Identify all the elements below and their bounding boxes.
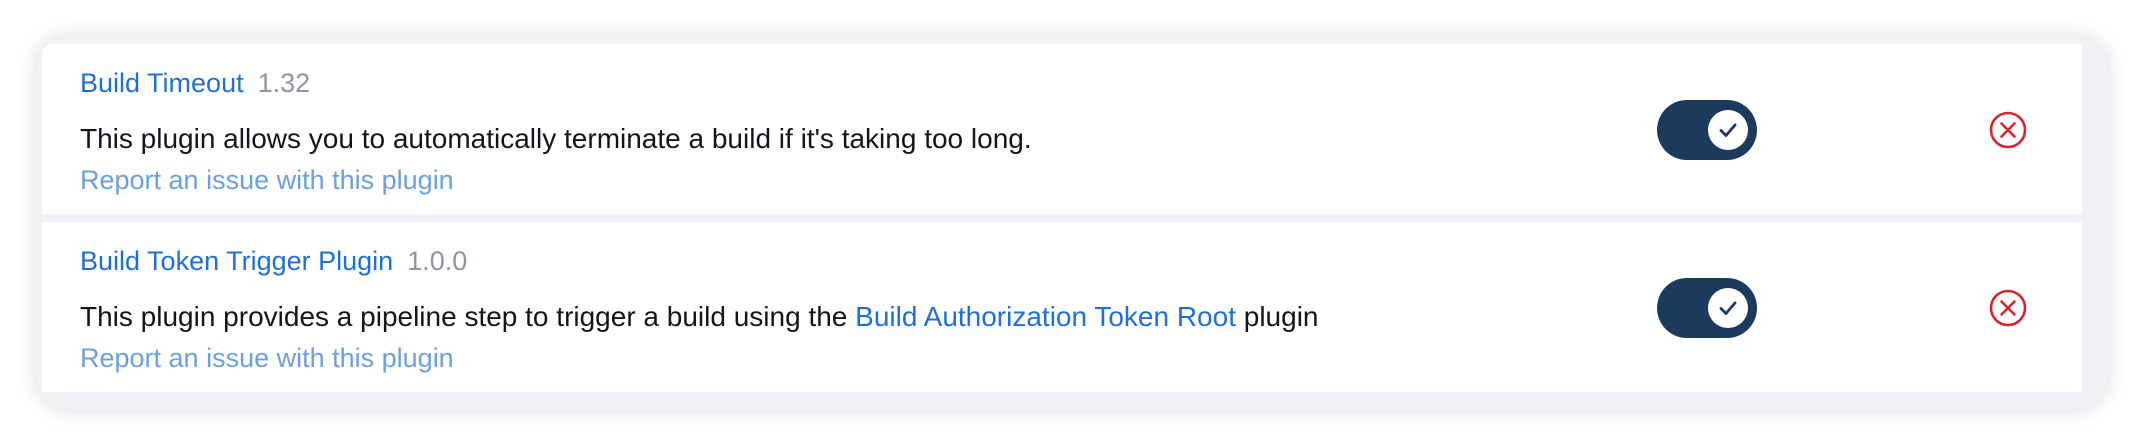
enable-toggle[interactable] xyxy=(1657,278,1757,338)
close-circle-icon xyxy=(1989,111,2027,149)
enable-toggle[interactable] xyxy=(1657,100,1757,160)
plugin-name-link[interactable]: Build Token Trigger Plugin xyxy=(80,246,393,276)
plugin-heading: Build Token Trigger Plugin 1.0.0 xyxy=(80,246,467,277)
report-issue-link[interactable]: Report an issue with this plugin xyxy=(80,165,454,196)
toggle-knob xyxy=(1708,288,1748,328)
plugin-description: This plugin allows you to automatically … xyxy=(80,123,1032,155)
plugin-description: This plugin provides a pipeline step to … xyxy=(80,301,1319,333)
description-text-after: plugin xyxy=(1235,301,1319,332)
check-icon xyxy=(1719,301,1737,315)
plugin-version: 1.32 xyxy=(257,68,311,98)
installed-plugins-panel: Build Timeout 1.32 This plugin allows you… xyxy=(36,36,2108,410)
toggle-knob xyxy=(1708,110,1748,150)
plugin-row: Build Token Trigger Plugin 1.0.0 This plu… xyxy=(42,222,2082,392)
check-icon xyxy=(1719,123,1737,137)
report-issue-link[interactable]: Report an issue with this plugin xyxy=(80,343,454,374)
close-circle-icon xyxy=(1989,289,2027,327)
description-text: This plugin allows you to automatically … xyxy=(80,123,1032,154)
plugin-heading: Build Timeout 1.32 xyxy=(80,68,310,99)
dependency-link[interactable]: Build Authorization Token Root xyxy=(855,301,1236,332)
plugin-version: 1.0.0 xyxy=(407,246,468,276)
plugin-name-link[interactable]: Build Timeout xyxy=(80,68,244,98)
plugin-row: Build Timeout 1.32 This plugin allows you… xyxy=(42,44,2082,214)
uninstall-button[interactable] xyxy=(1988,288,2028,328)
uninstall-button[interactable] xyxy=(1988,110,2028,150)
description-text: This plugin provides a pipeline step to … xyxy=(80,301,856,332)
